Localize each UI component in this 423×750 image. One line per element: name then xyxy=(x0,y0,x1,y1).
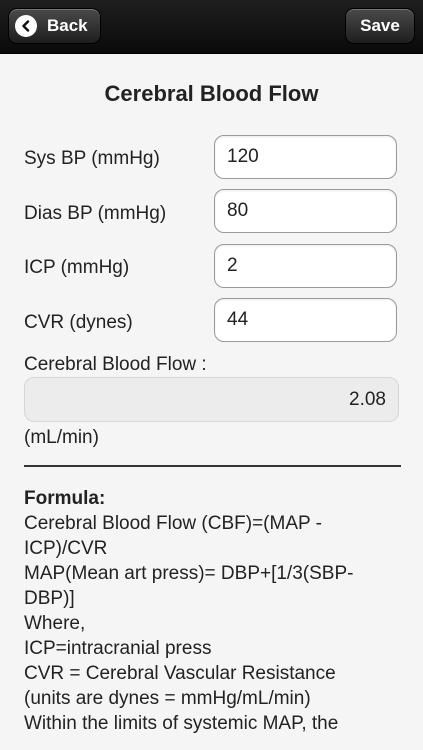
back-arrow-icon xyxy=(15,15,37,37)
formula-line: ICP)/CVR xyxy=(24,538,108,559)
formula-line: (units are dynes = mmHg/mL/min) xyxy=(24,688,311,709)
formula-title: Formula: xyxy=(24,488,106,509)
section-divider xyxy=(24,465,401,467)
formula-line: Within the limits of systemic MAP, the xyxy=(24,713,339,734)
formula-line: Where, xyxy=(24,613,86,634)
save-button[interactable]: Save xyxy=(345,8,415,44)
cvr-input[interactable]: 44 xyxy=(214,298,397,342)
dias-bp-input[interactable]: 80 xyxy=(214,189,397,233)
formula-line: ICP=intracranial press xyxy=(24,638,212,659)
result-label: Cerebral Blood Flow : xyxy=(24,354,207,375)
dias-bp-label: Dias BP (mmHg) xyxy=(24,203,167,224)
page-title: Cerebral Blood Flow xyxy=(104,81,319,106)
sys-bp-input[interactable]: 120 xyxy=(214,135,397,179)
result-unit: (mL/min) xyxy=(24,427,99,448)
cvr-label: CVR (dynes) xyxy=(24,312,133,333)
icp-label: ICP (mmHg) xyxy=(24,257,130,278)
save-button-label: Save xyxy=(360,16,400,35)
back-button[interactable]: Back xyxy=(8,8,101,44)
formula-section: Formula: Cerebral Blood Flow (CBF)=(MAP … xyxy=(24,486,404,736)
sys-bp-label: Sys BP (mmHg) xyxy=(24,148,160,169)
back-button-label: Back xyxy=(47,16,88,35)
formula-line: DBP)] xyxy=(24,588,75,609)
formula-line: Cerebral Blood Flow (CBF)=(MAP - xyxy=(24,513,322,534)
navigation-bar: Back Save xyxy=(0,0,423,54)
formula-line: MAP(Mean art press)= DBP+[1/3(SBP- xyxy=(24,563,354,584)
icp-input[interactable]: 2 xyxy=(214,244,397,288)
formula-line: CVR = Cerebral Vascular Resistance xyxy=(24,663,336,684)
result-output: 2.08 xyxy=(24,377,399,422)
